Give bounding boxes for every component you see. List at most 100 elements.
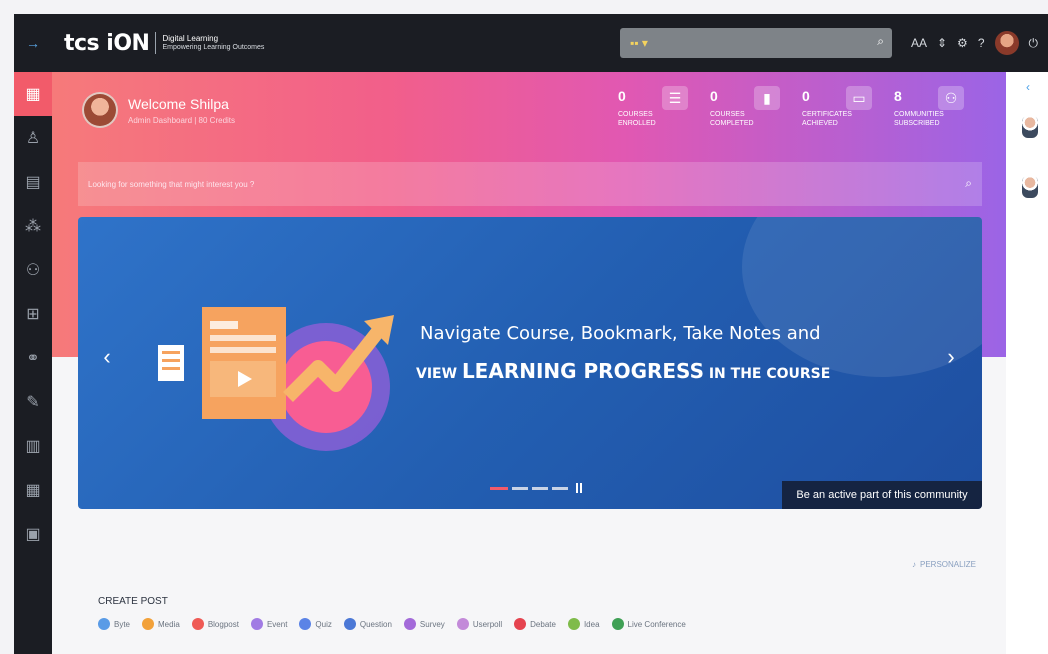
contact-avatar[interactable] xyxy=(1022,176,1038,198)
post-type-blogpost[interactable]: Blogpost xyxy=(191,618,239,630)
welcome-block: Welcome Shilpa Admin Dashboard | 80 Cred… xyxy=(82,92,235,128)
gear-icon[interactable]: ⚙ xyxy=(957,36,968,50)
post-type-label: Debate xyxy=(530,619,556,629)
logo-main-text: tcs iON xyxy=(64,30,150,56)
sidebar-item-connections[interactable]: ⚭ xyxy=(14,336,52,380)
calendar-icon: ▦ xyxy=(25,482,41,499)
post-type-label: Userpoll xyxy=(472,619,503,629)
search-icon[interactable]: ⌕ xyxy=(965,176,972,191)
main-content: Welcome Shilpa Admin Dashboard | 80 Cred… xyxy=(52,72,1006,654)
arrow-right-icon: → xyxy=(26,35,40,51)
hero-carousel: ‹ › Navigate Course, Bookmark, Take Note… xyxy=(78,217,982,509)
post-type-label: Event xyxy=(266,619,288,629)
post-type-label: Live Conference xyxy=(627,619,686,629)
menu-toggle-button[interactable]: → xyxy=(14,14,52,72)
contact-avatar[interactable] xyxy=(1022,116,1038,138)
logo-divider xyxy=(155,32,157,54)
post-type-icon xyxy=(514,618,527,630)
stat-communities-subscribed[interactable]: 8 COMMUNITIES SUBSCRIBED ⚇ xyxy=(886,82,978,140)
post-type-quiz[interactable]: Quiz xyxy=(299,618,332,630)
sidebar-item-catalog[interactable]: ⊞ xyxy=(14,292,52,336)
top-bar: → tcs iON Digital Learning Empowering Le… xyxy=(14,14,1048,72)
personalize-button[interactable]: ♪ PERSONALIZE xyxy=(912,560,976,569)
post-type-icon xyxy=(456,618,469,630)
report-icon: ▣ xyxy=(25,526,41,543)
post-type-icon xyxy=(142,618,155,630)
chevron-right-icon: › xyxy=(947,344,955,369)
carousel-next-button[interactable]: › xyxy=(936,342,966,372)
book-icon: ▤ xyxy=(25,174,41,191)
banner-illustration xyxy=(158,307,394,451)
post-type-icon xyxy=(343,618,356,630)
user-avatar[interactable] xyxy=(994,31,1019,55)
post-type-media[interactable]: Media xyxy=(142,618,180,630)
post-type-live-conference[interactable]: Live Conference xyxy=(611,618,686,630)
chevron-left-icon[interactable]: ‹ xyxy=(1026,80,1030,94)
apps-grid-icon[interactable]: ▪▪ ▾ xyxy=(620,28,658,58)
stat-label: COURSES ENROLLED xyxy=(618,111,656,127)
logo[interactable]: tcs iON Digital Learning Empowering Lear… xyxy=(64,31,264,56)
interest-search-placeholder: Looking for something that might interes… xyxy=(88,179,255,189)
post-type-list: Byte Media Blogpost Event Quiz Question Survey… xyxy=(98,618,686,630)
courses-enrolled-icon: ☰ xyxy=(662,86,688,110)
sidebar-item-dashboard[interactable]: ▦ xyxy=(14,72,52,116)
carousel-dot[interactable] xyxy=(552,486,568,490)
post-type-icon xyxy=(567,618,580,630)
sidebar-item-calendar[interactable]: ▦ xyxy=(14,468,52,512)
post-type-debate[interactable]: Debate xyxy=(514,618,556,630)
app-frame: → tcs iON Digital Learning Empowering Le… xyxy=(0,0,1048,654)
carousel-dot[interactable] xyxy=(490,486,508,490)
sidebar-item-assessments[interactable]: ✎ xyxy=(14,380,52,424)
logo-sub-tagline: Empowering Learning Outcomes xyxy=(162,44,265,51)
sidebar-item-profile[interactable]: ♙ xyxy=(14,116,52,160)
carousel-dot[interactable] xyxy=(512,486,528,490)
stat-value: 0 xyxy=(710,88,718,104)
stat-value: 0 xyxy=(802,88,810,104)
sidebar-item-courses[interactable]: ▤ xyxy=(14,160,52,204)
banner-headline: Navigate Course, Bookmark, Take Notes an… xyxy=(420,323,821,344)
post-type-event[interactable]: Event xyxy=(250,618,288,630)
carousel-prev-button[interactable]: ‹ xyxy=(92,342,122,372)
stat-certificates-achieved[interactable]: 0 CERTIFICATES ACHIEVED ▭ xyxy=(794,82,886,140)
post-type-icon xyxy=(191,618,204,630)
user-icon: ♙ xyxy=(25,130,41,147)
logo-sub-title: Digital Learning xyxy=(162,34,219,43)
post-type-icon xyxy=(299,618,312,630)
chevron-left-icon: ‹ xyxy=(103,344,111,369)
post-type-userpoll[interactable]: Userpoll xyxy=(456,618,503,630)
network-icon: ⁂ xyxy=(25,218,41,235)
post-type-survey[interactable]: Survey xyxy=(403,618,445,630)
sidebar-item-communities[interactable]: ⚇ xyxy=(14,248,52,292)
stat-label: COURSES COMPLETED xyxy=(710,111,754,127)
carousel-dot[interactable] xyxy=(532,486,548,490)
pause-icon[interactable] xyxy=(576,483,582,493)
post-type-idea[interactable]: Idea xyxy=(567,618,600,630)
sidebar-item-networks[interactable]: ⁂ xyxy=(14,204,52,248)
stat-courses-completed[interactable]: 0 COURSES COMPLETED ▮ xyxy=(702,82,794,140)
stats-bar: 0 COURSES ENROLLED ☰ 0 COURSES COMPLETED ▮… xyxy=(610,82,978,140)
stat-courses-enrolled[interactable]: 0 COURSES ENROLLED ☰ xyxy=(610,82,702,140)
settings-icon[interactable]: ⇕ xyxy=(937,36,947,50)
post-type-question[interactable]: Question xyxy=(343,618,392,630)
post-type-byte[interactable]: Byte xyxy=(98,618,130,630)
search-icon[interactable]: ⌕ xyxy=(877,34,884,49)
interest-search-input[interactable]: Looking for something that might interes… xyxy=(78,162,982,206)
courses-completed-icon: ▮ xyxy=(754,86,780,110)
banner-subhead-suffix: IN THE COURSE xyxy=(703,366,831,382)
post-type-label: Quiz xyxy=(315,619,332,629)
sidebar-item-documents[interactable]: ▥ xyxy=(14,424,52,468)
banner-subheadline: VIEW LEARNING PROGRESS IN THE COURSE xyxy=(416,359,830,383)
font-size-icon[interactable]: AA xyxy=(911,36,927,50)
logo-sub: Digital Learning Empowering Learning Out… xyxy=(162,34,264,52)
stat-value: 0 xyxy=(618,88,626,104)
power-icon[interactable]: ⏻ xyxy=(1029,36,1039,51)
personalize-icon: ♪ xyxy=(912,560,916,569)
welcome-subtitle: Admin Dashboard | 80 Credits xyxy=(128,115,236,125)
right-rail: ‹ xyxy=(1006,72,1048,654)
avatar[interactable] xyxy=(82,92,118,128)
help-icon[interactable]: ? xyxy=(978,36,985,50)
stat-label: COMMUNITIES SUBSCRIBED xyxy=(894,111,944,127)
connections-icon: ⚭ xyxy=(26,350,40,367)
sidebar-item-reports[interactable]: ▣ xyxy=(14,512,52,556)
global-search[interactable]: ▪▪ ▾ ⌕ xyxy=(620,28,892,58)
